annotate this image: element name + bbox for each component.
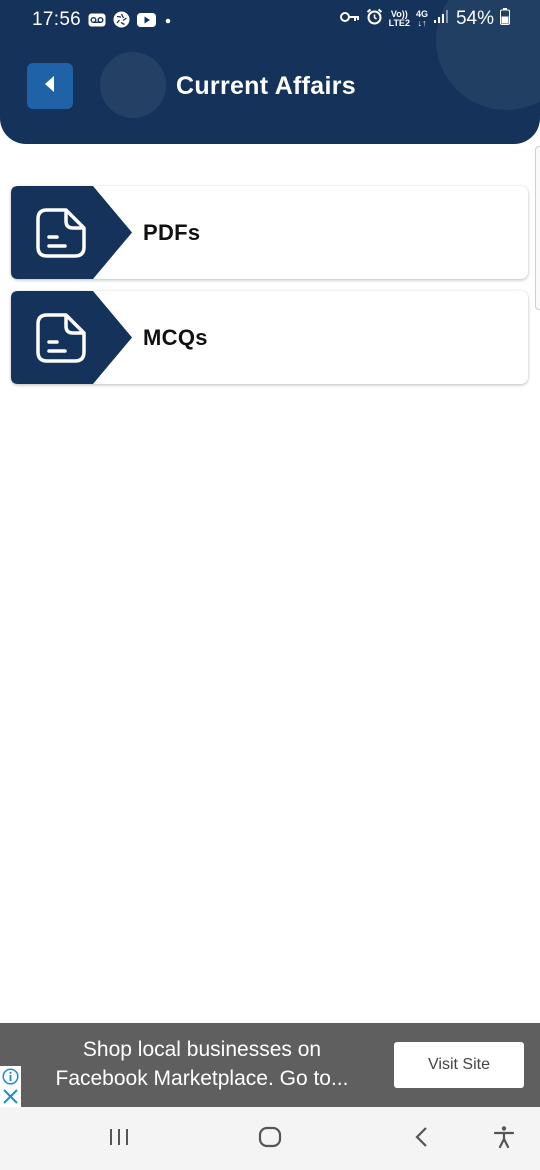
battery-icon (500, 8, 510, 30)
ad-text-line: Shop local businesses on (82, 1038, 322, 1061)
accessibility-icon[interactable] (492, 1125, 516, 1154)
document-icon (36, 313, 86, 368)
recent-apps-icon[interactable] (107, 1125, 131, 1154)
ad-banner[interactable]: Shop local businesses on Facebook Market… (0, 1023, 540, 1107)
edge-panel-handle[interactable] (535, 146, 540, 310)
aperture-icon (113, 11, 130, 33)
network-indicator: 4G ↓↑ (416, 10, 428, 28)
youtube-icon (137, 12, 156, 32)
info-icon[interactable] (2, 1068, 19, 1090)
app-header: 17:56 Vo)) LTE2 4G ↓↑ 54% Current Affair… (0, 0, 540, 144)
ad-text-line: Facebook Marketplace. Go to... (55, 1067, 349, 1090)
volte-indicator: Vo)) LTE2 (389, 10, 410, 28)
menu-item-label: PDFs (143, 220, 201, 245)
battery-percent: 54% (455, 8, 494, 29)
alarm-icon (366, 8, 383, 30)
lte-label: LTE2 (388, 18, 410, 28)
ad-visit-site-button[interactable]: Visit Site (394, 1042, 524, 1088)
back-icon[interactable] (410, 1125, 434, 1154)
document-icon (36, 208, 86, 263)
menu-item-label: MCQs (143, 325, 208, 350)
menu-item-mcqs[interactable]: MCQs (11, 291, 528, 384)
menu-item-pdfs[interactable]: PDFs (11, 186, 528, 279)
key-icon (339, 10, 360, 28)
ad-choices[interactable] (0, 1066, 21, 1107)
status-bar: 17:56 Vo)) LTE2 4G ↓↑ 54% (0, 0, 540, 40)
page-title: Current Affairs (176, 72, 356, 100)
signal-icon (433, 9, 450, 29)
status-notification-icons (88, 11, 173, 33)
system-nav-bar (0, 1107, 540, 1170)
data-arrows-icon: ↓↑ (417, 18, 427, 28)
decorative-circle (100, 52, 166, 118)
dot-icon (163, 13, 173, 32)
status-time: 17:56 (32, 9, 82, 30)
ad-text[interactable]: Shop local businesses on Facebook Market… (36, 1035, 368, 1093)
back-button[interactable] (27, 63, 73, 109)
voicemail-icon (88, 13, 106, 32)
status-system-icons: Vo)) LTE2 4G ↓↑ 54% (339, 8, 510, 30)
chevron-left-icon (43, 75, 57, 98)
home-icon[interactable] (257, 1125, 283, 1154)
